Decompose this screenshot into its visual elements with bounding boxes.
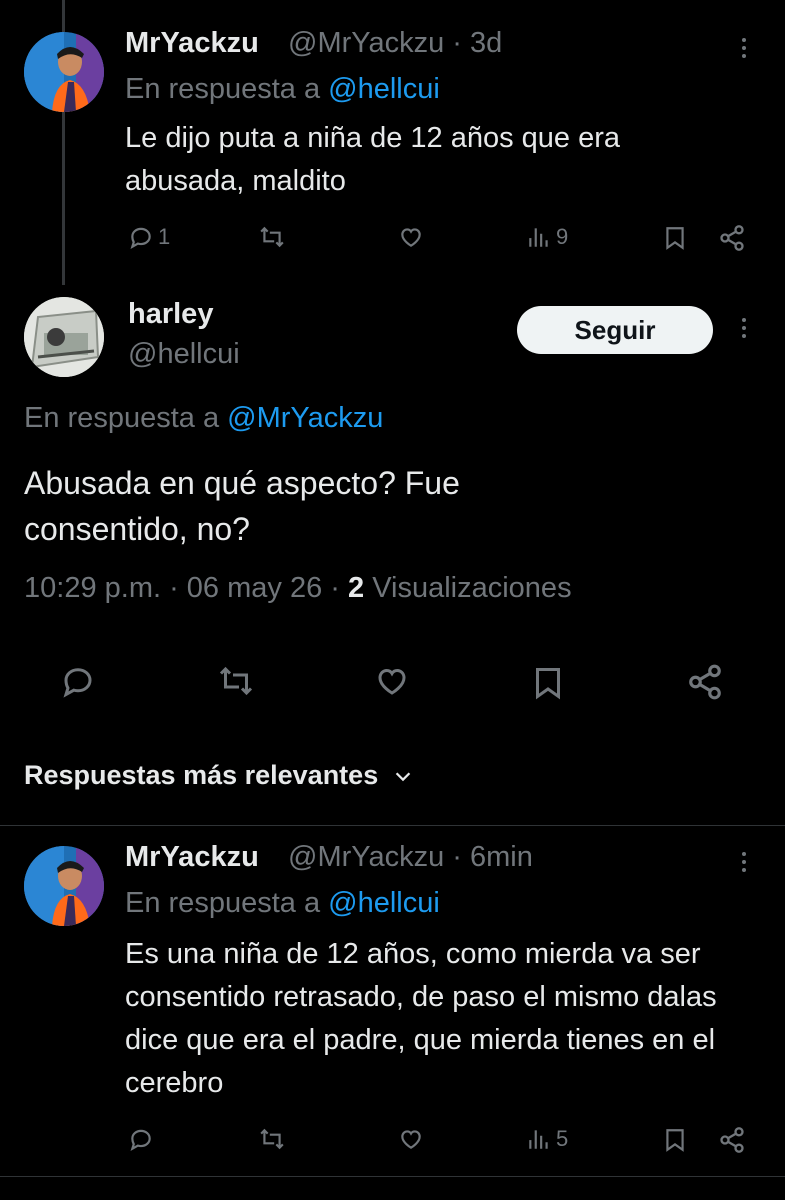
like-icon [378, 668, 406, 695]
reply-prefix: En respuesta a [24, 402, 220, 434]
like-button[interactable] [397, 224, 425, 250]
divider [0, 825, 785, 826]
author-handle[interactable]: @MrYackzu · 3d [288, 27, 502, 60]
avatar[interactable] [24, 846, 104, 926]
separator: · [452, 841, 462, 873]
reply-target-link[interactable]: @hellcui [328, 887, 440, 919]
reply-button[interactable] [128, 1126, 154, 1152]
reply-prefix: En respuesta a [125, 73, 321, 105]
reply-count: 1 [158, 224, 171, 249]
reply-context: En respuesta a @hellcui [125, 73, 440, 106]
bookmark-icon [666, 1129, 684, 1152]
views-icon [529, 228, 548, 247]
avatar[interactable] [24, 32, 104, 112]
tweet-text: Le dijo puta a niña de 12 años que era a… [125, 122, 621, 197]
like-button[interactable] [372, 663, 412, 699]
author-name[interactable]: MrYackzu [125, 27, 259, 60]
views-button[interactable]: 9 [526, 224, 568, 250]
views-count: 2 [348, 572, 365, 604]
tweet-metadata: 10:29 p.m. · 06 may 26 · 2 Visualizacion… [24, 572, 572, 605]
author-handle-text[interactable]: @MrYackzu [288, 27, 444, 59]
timestamp[interactable]: 10:29 p.m. · 06 may 26 · [24, 572, 340, 604]
reply-icon [130, 1129, 151, 1152]
retweet-icon [260, 226, 284, 248]
views-icon [529, 1130, 548, 1149]
views-label[interactable]: Visualizaciones [372, 572, 571, 604]
share-button[interactable] [718, 224, 746, 252]
chevron-down-icon [395, 771, 411, 781]
bookmark-button[interactable] [662, 1126, 688, 1154]
avatar-image [24, 32, 104, 112]
reply-prefix: En respuesta a [125, 887, 321, 919]
author-handle-text[interactable]: @MrYackzu [288, 841, 444, 873]
like-icon [401, 1130, 421, 1149]
retweet-icon [219, 666, 253, 696]
replies-sort-toggle[interactable]: Respuestas más relevantes [24, 760, 414, 791]
tweet-text: Abusada en qué aspecto? Fue consentido, … [24, 465, 460, 547]
reply-target-link[interactable]: @hellcui [328, 73, 440, 105]
author-name[interactable]: MrYackzu [125, 841, 259, 874]
more-icon[interactable] [740, 38, 748, 58]
avatar[interactable] [24, 297, 104, 377]
retweet-button[interactable] [216, 663, 256, 699]
bookmark-icon [536, 668, 560, 700]
follow-button[interactable]: Seguir [517, 306, 713, 354]
reply-button[interactable] [60, 663, 96, 699]
author-handle[interactable]: @hellcui [128, 338, 240, 371]
share-icon [720, 225, 744, 251]
reply-button[interactable]: 1 [128, 224, 170, 250]
bookmark-button[interactable] [662, 224, 688, 252]
avatar-image [24, 297, 104, 377]
reply-icon [130, 227, 151, 250]
like-icon [401, 228, 421, 247]
views-count: 5 [556, 1126, 569, 1151]
views-button[interactable]: 5 [526, 1126, 568, 1152]
tweet-time[interactable]: 6min [470, 841, 533, 873]
divider [0, 1176, 785, 1177]
share-button[interactable] [686, 663, 724, 701]
more-icon[interactable] [740, 318, 748, 338]
author-handle[interactable]: @MrYackzu · 6min [288, 841, 533, 874]
tweet-time[interactable]: 3d [470, 27, 502, 59]
avatar-image [24, 846, 104, 926]
author-name[interactable]: harley [128, 298, 213, 331]
tweet-text: Es una niña de 12 años, como mierda va s… [125, 938, 717, 1099]
retweet-button[interactable] [258, 1126, 286, 1152]
reply-context: En respuesta a @hellcui [125, 887, 440, 920]
replies-sort-label: Respuestas más relevantes [24, 760, 379, 790]
like-button[interactable] [397, 1126, 425, 1152]
reply-context: En respuesta a @MrYackzu [24, 402, 383, 435]
reply-target-link[interactable]: @MrYackzu [227, 402, 383, 434]
reply-icon [63, 668, 92, 698]
share-icon [689, 664, 721, 700]
views-count: 9 [556, 224, 569, 249]
retweet-icon [260, 1128, 284, 1150]
share-icon [720, 1127, 744, 1153]
share-button[interactable] [718, 1126, 746, 1154]
retweet-button[interactable] [258, 224, 286, 250]
separator: · [452, 27, 462, 59]
more-icon[interactable] [740, 852, 748, 872]
bookmark-icon [666, 227, 684, 250]
bookmark-button[interactable] [530, 663, 566, 703]
